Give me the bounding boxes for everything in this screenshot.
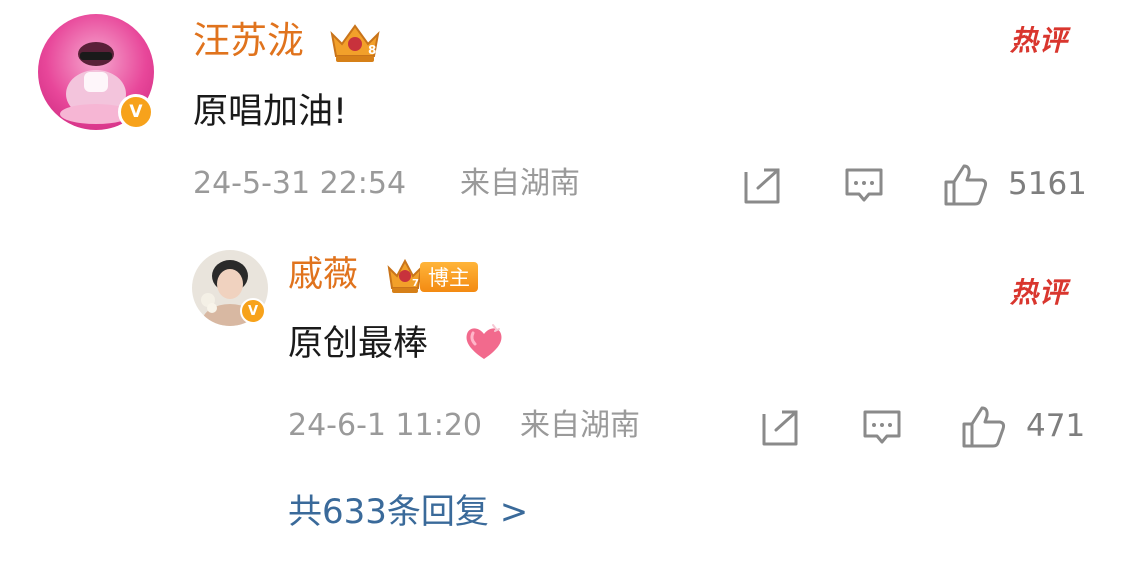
reply-comment-icon[interactable] xyxy=(861,408,903,448)
reply-timestamp: 24-6-1 11:20 xyxy=(288,408,482,443)
svg-text:7: 7 xyxy=(412,278,419,289)
comment-icon[interactable] xyxy=(843,166,885,206)
reply-text: 原创最棒 xyxy=(288,324,429,364)
heart-love-emoji-icon xyxy=(463,323,505,367)
comment-username[interactable]: 汪苏泷 xyxy=(193,19,304,63)
reply-level-crown-icon: 7 xyxy=(385,256,425,296)
more-replies-link[interactable]: 共633条回复 > xyxy=(288,490,528,534)
reply-username[interactable]: 戚薇 xyxy=(288,254,358,296)
reply-location: 来自湖南 xyxy=(520,408,640,443)
author-badge: 博主 xyxy=(420,262,478,292)
comment-timestamp: 24-5-31 22:54 xyxy=(193,166,407,201)
reply-like-count: 471 xyxy=(1026,408,1086,444)
reply-avatar[interactable]: V xyxy=(192,250,268,326)
level-crown-icon: 8 xyxy=(326,20,384,64)
comment-text: 原唱加油! xyxy=(193,92,348,132)
reply-hot-comment-badge: 热评 xyxy=(1010,276,1069,309)
hot-comment-badge: 热评 xyxy=(1010,24,1069,57)
reply-share-icon[interactable] xyxy=(760,408,800,446)
reply-verified-badge-icon: V xyxy=(240,298,266,324)
like-count: 5161 xyxy=(1008,166,1087,202)
comment-location: 来自湖南 xyxy=(460,166,580,201)
svg-text:8: 8 xyxy=(368,43,376,57)
share-icon[interactable] xyxy=(742,166,782,204)
verified-badge-icon: V xyxy=(118,94,154,130)
avatar[interactable]: V xyxy=(38,14,154,130)
like-icon[interactable] xyxy=(942,162,990,208)
reply-like-icon[interactable] xyxy=(960,404,1008,450)
